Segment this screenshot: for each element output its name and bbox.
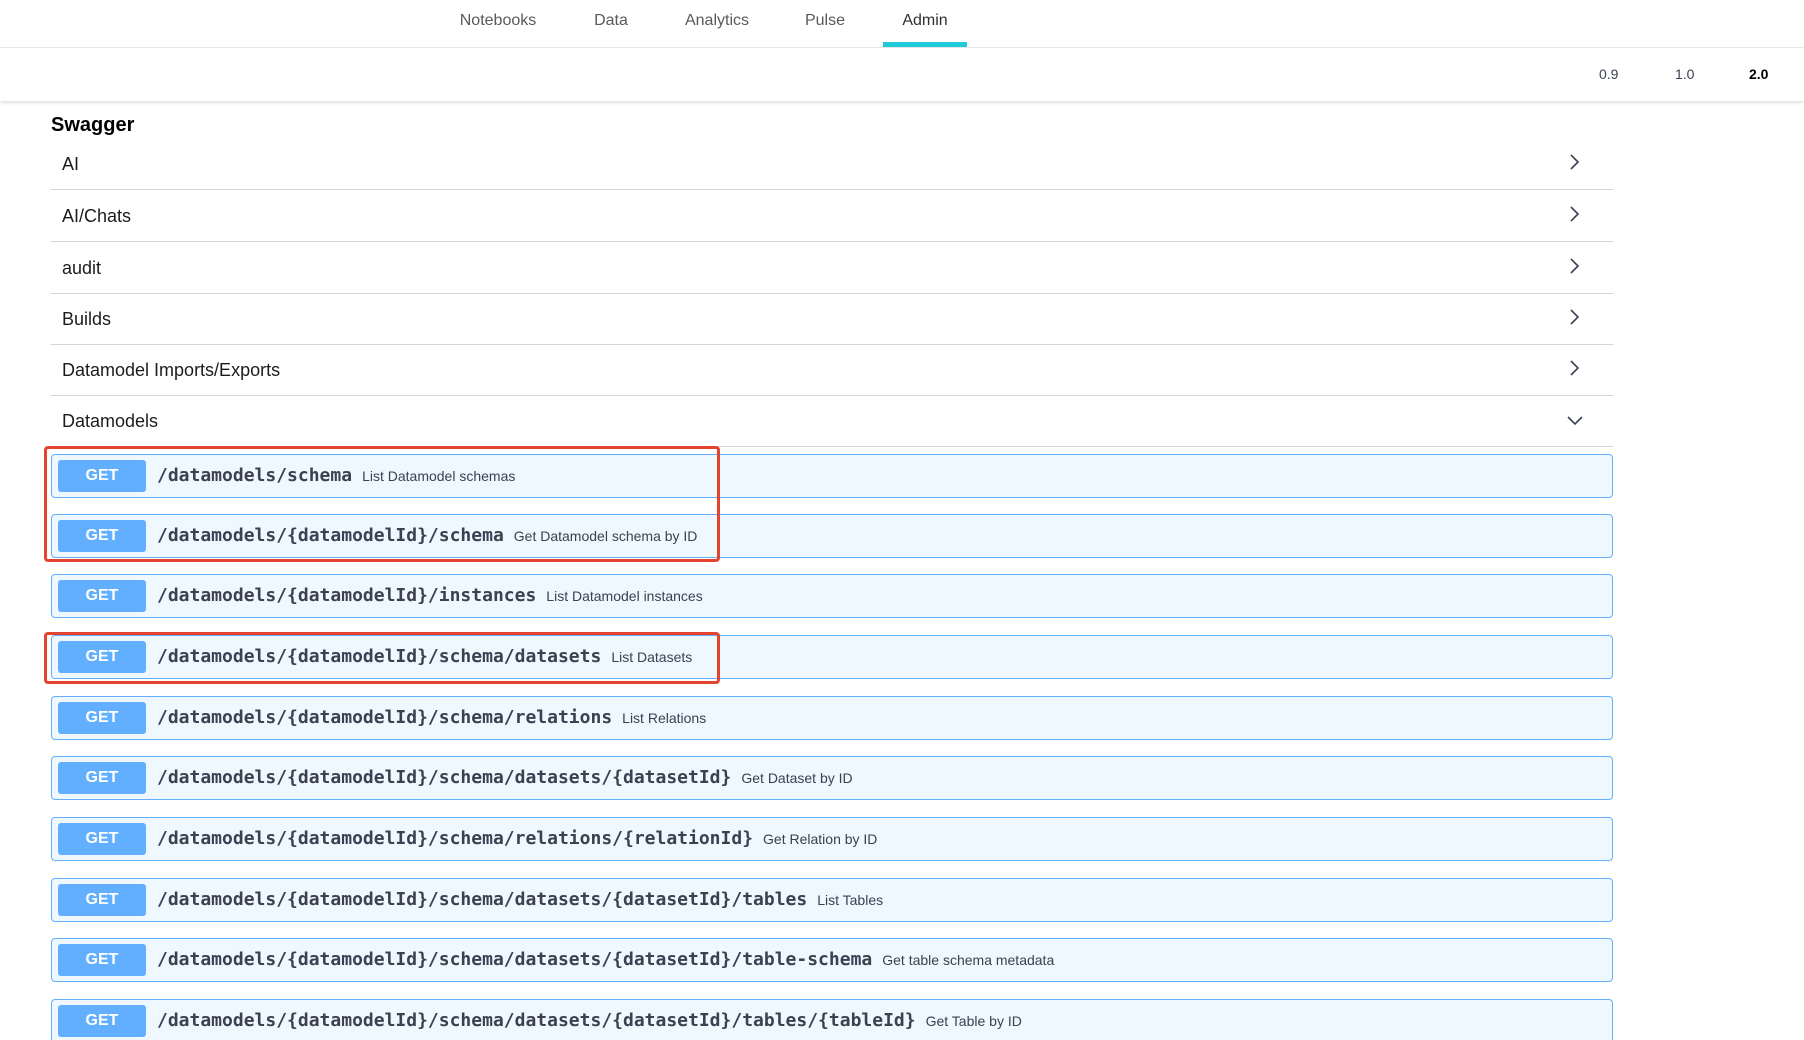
operation-get-datamodel-schema-by-id[interactable]: GET /datamodels/{datamodelId}/schema Get …: [51, 514, 1613, 558]
method-badge: GET: [58, 823, 146, 855]
operation-get-datamodels-schema[interactable]: GET /datamodels/schema List Datamodel sch…: [51, 454, 1613, 498]
method-badge: GET: [58, 580, 146, 612]
operation-summary: List Datasets: [611, 649, 693, 665]
chevron-right-icon: [1570, 206, 1580, 222]
operation-path: /datamodels/{datamodelId}/schema Get Data…: [157, 525, 697, 546]
path-text: /datamodels/schema: [157, 465, 353, 486]
method-badge: GET: [58, 460, 146, 492]
chevron-right-icon: [1570, 154, 1580, 170]
version-2-0[interactable]: 2.0: [1749, 66, 1768, 82]
operation-summary: Get table schema metadata: [882, 952, 1055, 968]
operation-get-table-by-id[interactable]: GET /datamodels/{datamodelId}/schema/dat…: [51, 999, 1613, 1040]
tag-name: Builds: [62, 309, 112, 329]
tag-section-builds[interactable]: Builds: [51, 293, 1613, 345]
operation-summary: List Tables: [817, 892, 884, 908]
tag-section-audit[interactable]: audit: [51, 242, 1613, 294]
method-badge: GET: [58, 884, 146, 916]
tab-label: Admin: [902, 12, 948, 29]
operation-summary: List Datamodel schemas: [362, 468, 516, 484]
version-bar: 0.9 1.0 2.0: [0, 48, 1804, 101]
path-text: /datamodels/{datamodelId}/schema/relatio…: [157, 828, 754, 849]
method-badge: GET: [58, 702, 146, 734]
tab-notebooks[interactable]: Notebooks: [444, 0, 552, 48]
tab-label: Pulse: [804, 12, 846, 29]
path-text: /datamodels/{datamodelId}/schema/dataset…: [157, 646, 602, 667]
path-text: /datamodels/{datamodelId}/schema: [157, 525, 504, 546]
path-text: /datamodels/{datamodelId}/schema/dataset…: [157, 1010, 916, 1031]
chevron-right-icon: [1570, 309, 1580, 325]
operation-get-table-schema[interactable]: GET /datamodels/{datamodelId}/schema/dat…: [51, 938, 1613, 982]
chevron-right-icon: [1570, 360, 1580, 376]
chevron-right-icon: [1570, 258, 1580, 274]
version-0-9[interactable]: 0.9: [1599, 66, 1618, 82]
path-text: /datamodels/{datamodelId}/instances: [157, 585, 537, 606]
path-text: /datamodels/{datamodelId}/schema/dataset…: [157, 767, 732, 788]
top-nav: Notebooks Data Analytics Pulse Admin: [0, 0, 1804, 48]
operation-summary: Get Dataset by ID: [741, 770, 853, 786]
tag-section-datamodels[interactable]: Datamodels: [51, 395, 1613, 447]
method-badge: GET: [58, 641, 146, 673]
tag-section-ai[interactable]: AI: [51, 138, 1613, 190]
operation-path: /datamodels/{datamodelId}/schema/dataset…: [157, 646, 692, 667]
path-text: /datamodels/{datamodelId}/schema/dataset…: [157, 949, 873, 970]
operation-path: /datamodels/schema List Datamodel schemas: [157, 465, 515, 486]
chevron-down-icon: [1567, 416, 1583, 426]
method-badge: GET: [58, 520, 146, 552]
tag-name: audit: [62, 258, 102, 278]
operation-summary: Get Table by ID: [925, 1013, 1022, 1029]
operation-get-dataset-by-id[interactable]: GET /datamodels/{datamodelId}/schema/dat…: [51, 756, 1613, 800]
operation-path: /datamodels/{datamodelId}/instances List …: [157, 585, 703, 606]
operation-path: /datamodels/{datamodelId}/schema/relatio…: [157, 707, 706, 728]
operation-summary: List Datamodel instances: [546, 588, 703, 604]
tag-name: Datamodel Imports/Exports: [62, 360, 281, 380]
tab-pulse[interactable]: Pulse: [792, 0, 858, 48]
path-text: /datamodels/{datamodelId}/schema/dataset…: [157, 889, 808, 910]
tab-analytics[interactable]: Analytics: [674, 0, 760, 48]
tag-name: AI: [62, 154, 80, 174]
tag-name: AI/Chats: [62, 206, 132, 226]
path-text: /datamodels/{datamodelId}/schema/relatio…: [157, 707, 613, 728]
operation-get-datasets[interactable]: GET /datamodels/{datamodelId}/schema/dat…: [51, 635, 1613, 679]
tab-data[interactable]: Data: [580, 0, 642, 48]
operation-get-datamodel-instances[interactable]: GET /datamodels/{datamodelId}/instances L…: [51, 574, 1613, 618]
operation-get-tables[interactable]: GET /datamodels/{datamodelId}/schema/dat…: [51, 878, 1613, 922]
operation-path: /datamodels/{datamodelId}/schema/dataset…: [157, 889, 883, 910]
operation-get-relation-by-id[interactable]: GET /datamodels/{datamodelId}/schema/rel…: [51, 817, 1613, 861]
operation-path: /datamodels/{datamodelId}/schema/dataset…: [157, 949, 1054, 970]
operation-summary: List Relations: [622, 710, 707, 726]
tag-section-datamodel-imports-exports[interactable]: Datamodel Imports/Exports: [51, 344, 1613, 396]
tab-label: Analytics: [684, 12, 750, 29]
tag-section-ai-chats[interactable]: AI/Chats: [51, 190, 1613, 242]
operation-path: /datamodels/{datamodelId}/schema/dataset…: [157, 767, 853, 788]
method-badge: GET: [58, 762, 146, 794]
method-badge: GET: [58, 1005, 146, 1037]
version-1-0[interactable]: 1.0: [1675, 66, 1694, 82]
operation-summary: Get Relation by ID: [763, 831, 878, 847]
tab-label: Data: [594, 12, 628, 29]
tab-label: Notebooks: [459, 12, 537, 29]
tab-active-underline: [883, 42, 967, 47]
method-badge: GET: [58, 944, 146, 976]
page-title: Swagger: [51, 114, 135, 136]
operation-get-relations[interactable]: GET /datamodels/{datamodelId}/schema/rel…: [51, 696, 1613, 740]
operation-path: /datamodels/{datamodelId}/schema/relatio…: [157, 828, 877, 849]
tag-name: Datamodels: [62, 411, 159, 431]
operation-summary: Get Datamodel schema by ID: [513, 528, 698, 544]
tab-admin[interactable]: Admin: [883, 0, 967, 48]
operation-path: /datamodels/{datamodelId}/schema/dataset…: [157, 1010, 1022, 1031]
